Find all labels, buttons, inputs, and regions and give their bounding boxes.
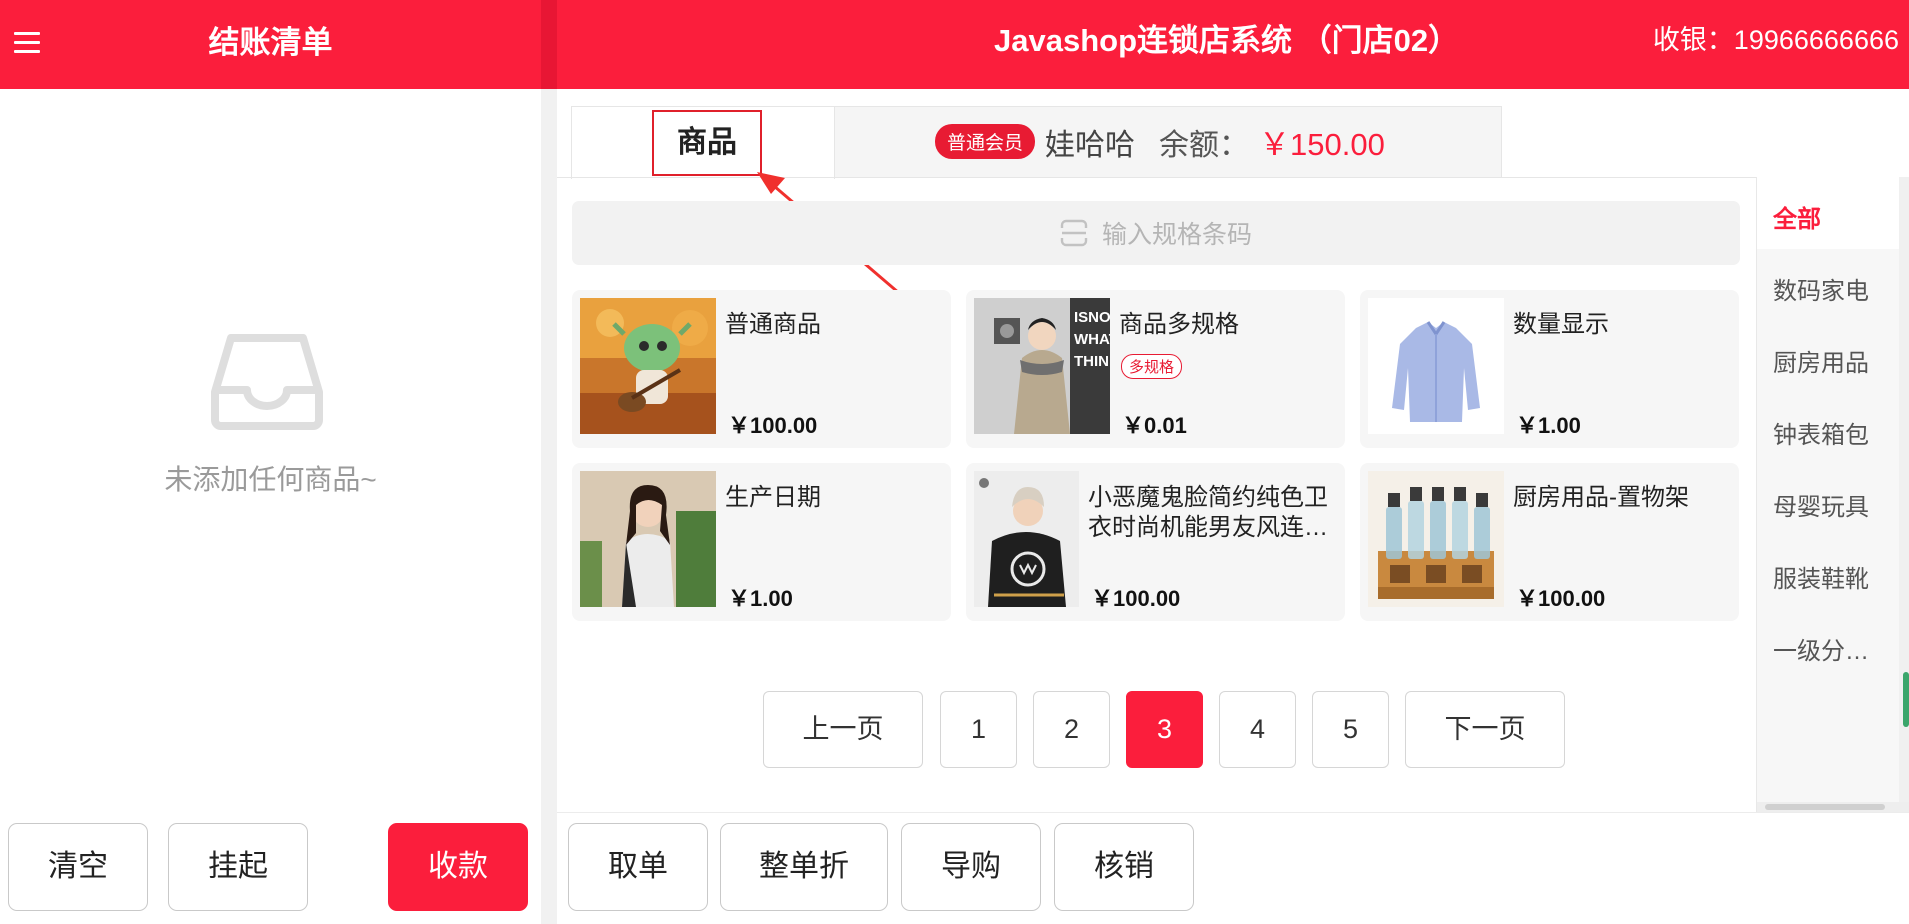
member-level-badge: 普通会员 xyxy=(935,124,1036,159)
pos-header: Javashop连锁店系统 （门店02） 收银：19966666666 xyxy=(557,0,1909,89)
empty-inbox-icon xyxy=(211,334,323,430)
page-button-4[interactable]: 4 xyxy=(1219,691,1296,768)
store-title: Javashop连锁店系统 （门店02） xyxy=(994,23,1460,58)
product-price: ￥100.00 xyxy=(1516,586,1606,611)
whole-discount-button[interactable]: 整单折 xyxy=(720,823,888,911)
bottom-divider xyxy=(557,812,1909,813)
cashier-info: 收银：19966666666 xyxy=(1652,25,1899,55)
svg-text:THINK: THINK xyxy=(1074,353,1110,370)
product-price: ￥1.00 xyxy=(1516,413,1581,438)
product-card[interactable]: ISNOT WHAT THINK 商品多规格 多规格 ￥0.01 xyxy=(966,290,1345,448)
svg-text:WHAT: WHAT xyxy=(1074,331,1110,348)
scan-icon xyxy=(1060,219,1088,247)
next-page-button[interactable]: 下一页 xyxy=(1405,691,1565,768)
tab-underline xyxy=(557,177,1756,178)
pay-button[interactable]: 收款 xyxy=(388,823,528,911)
product-card[interactable]: 生产日期 ￥1.00 xyxy=(572,463,951,621)
clear-button[interactable]: 清空 xyxy=(8,823,148,911)
product-image xyxy=(1368,471,1504,607)
checkout-panel: 结账清单 未添加任何商品~ 清空 挂起 收款 xyxy=(0,0,541,924)
panel-divider-top xyxy=(541,0,557,89)
product-image xyxy=(974,471,1079,607)
page-button-2[interactable]: 2 xyxy=(1033,691,1110,768)
product-price: ￥100.00 xyxy=(728,413,818,438)
product-price: ￥1.00 xyxy=(728,586,793,611)
member-info[interactable]: 普通会员 娃哈哈 余额： ￥150.00 xyxy=(935,106,1385,177)
prev-page-button[interactable]: 上一页 xyxy=(763,691,923,768)
product-card[interactable]: 小恶魔鬼脸简约纯色卫衣时尚机能男友风连… ￥100.00 xyxy=(966,463,1345,621)
spec-tag: 多规格 xyxy=(1121,354,1183,379)
category-kitchen[interactable]: 厨房用品 xyxy=(1773,343,1869,378)
product-card[interactable]: 普通商品 ￥100.00 xyxy=(572,290,951,448)
take-order-button[interactable]: 取单 xyxy=(568,823,708,911)
tab-goods-label: 商品 xyxy=(652,110,762,176)
category-scrollbar[interactable] xyxy=(1899,177,1909,802)
product-name: 生产日期 xyxy=(725,484,821,511)
empty-cart-text: 未添加任何商品~ xyxy=(164,464,377,495)
product-name: 数量显示 xyxy=(1513,311,1609,338)
category-sidebar: 全部 数码家电 厨房用品 钟表箱包 母婴玩具 服装鞋靴 一级分… xyxy=(1756,177,1909,813)
category-all[interactable]: 全部 xyxy=(1773,199,1821,234)
hold-button[interactable]: 挂起 xyxy=(168,823,308,911)
tab-goods[interactable]: 商品 xyxy=(571,106,835,179)
category-hscrollbar-thumb[interactable] xyxy=(1765,804,1885,810)
product-image xyxy=(580,471,716,607)
pos-main-panel: Javashop连锁店系统 （门店02） 收银：19966666666 商品 普… xyxy=(557,0,1909,924)
balance-value: ￥150.00 xyxy=(1259,127,1385,162)
barcode-placeholder: 输入规格条码 xyxy=(1101,221,1252,249)
page-button-1[interactable]: 1 xyxy=(940,691,1017,768)
category-digital[interactable]: 数码家电 xyxy=(1773,271,1869,306)
product-image xyxy=(1368,298,1504,434)
category-clothing[interactable]: 服装鞋靴 xyxy=(1773,559,1869,594)
category-scrollbar-thumb[interactable] xyxy=(1903,672,1909,727)
product-name: 商品多规格 xyxy=(1119,311,1239,338)
page-button-5[interactable]: 5 xyxy=(1312,691,1389,768)
verify-button[interactable]: 核销 xyxy=(1054,823,1194,911)
product-name: 小恶魔鬼脸简约纯色卫衣时尚机能男友风连… xyxy=(1088,484,1328,541)
category-watches-bags[interactable]: 钟表箱包 xyxy=(1773,415,1869,450)
checkout-title: 结账清单 xyxy=(208,25,333,60)
product-card[interactable]: 厨房用品-置物架 ￥100.00 xyxy=(1360,463,1739,621)
checkout-header: 结账清单 xyxy=(0,0,541,89)
product-name: 厨房用品-置物架 xyxy=(1513,484,1689,511)
category-baby-toys[interactable]: 母婴玩具 xyxy=(1773,487,1869,522)
product-name: 普通商品 xyxy=(725,311,821,338)
guide-button[interactable]: 导购 xyxy=(901,823,1041,911)
product-card[interactable]: 数量显示 ￥1.00 xyxy=(1360,290,1739,448)
svg-text:ISNOT: ISNOT xyxy=(1074,309,1110,326)
member-name: 娃哈哈 xyxy=(1045,128,1136,162)
barcode-input[interactable]: 输入规格条码 xyxy=(572,201,1740,265)
page-button-3[interactable]: 3 xyxy=(1126,691,1203,768)
category-level1[interactable]: 一级分… xyxy=(1773,631,1869,666)
product-price: ￥100.00 xyxy=(1091,586,1181,611)
panel-divider xyxy=(541,0,557,924)
product-image xyxy=(580,298,716,434)
product-price: ￥0.01 xyxy=(1122,413,1187,438)
product-image: ISNOT WHAT THINK xyxy=(974,298,1110,434)
balance-label: 余额： xyxy=(1159,128,1250,162)
